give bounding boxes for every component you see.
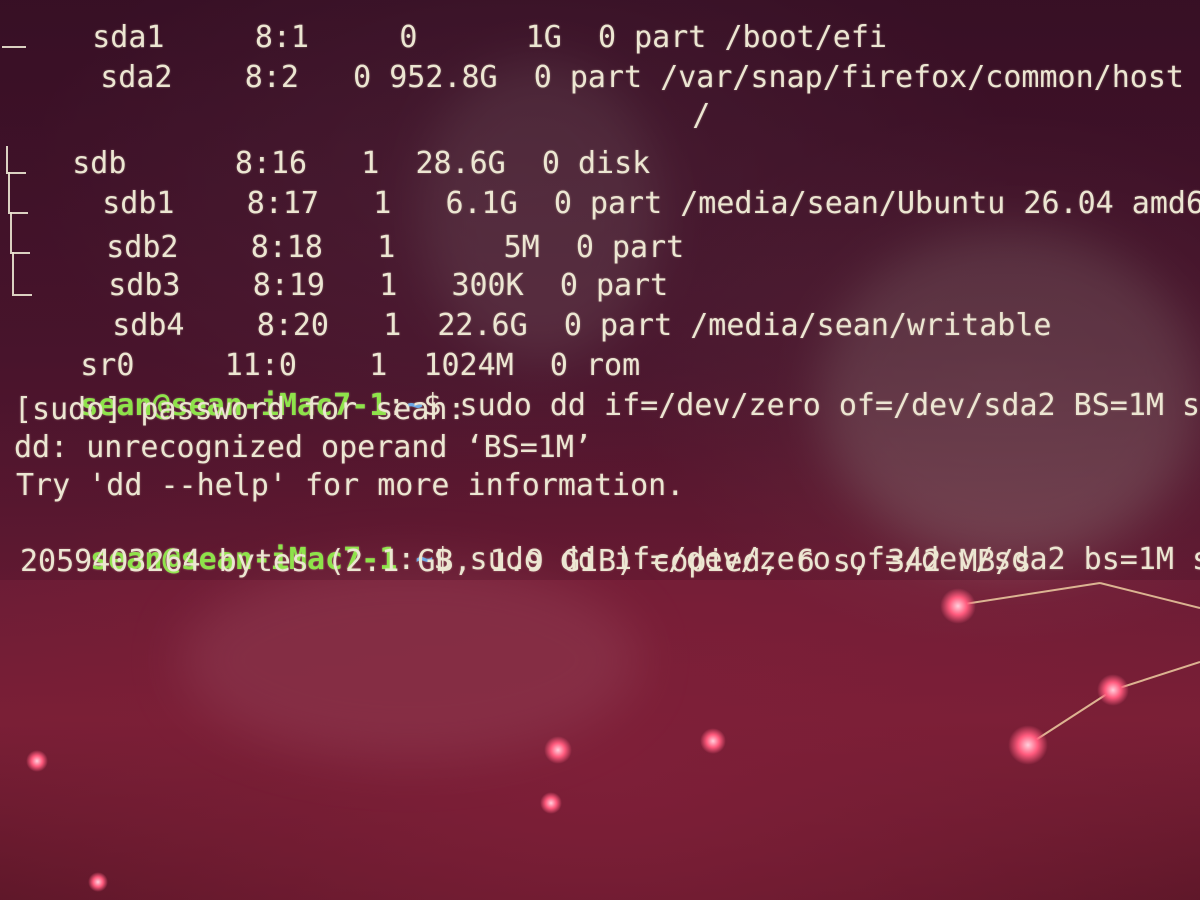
output-line: [sudo] password for sean: [14, 392, 466, 427]
dd-result-line: 2059403264 bytes (2.1 GB, 1.9 GiB) copie… [20, 544, 1032, 579]
mountpoint: /media/sean/writable [690, 308, 1052, 343]
mountpoint: / [692, 98, 711, 133]
mountpoint: /media/sean/Ubuntu 26.04 amd6 [680, 186, 1200, 221]
mountpoint: /var/snap/firefox/common/host [660, 60, 1184, 95]
star-dot [26, 750, 48, 772]
device-name: sda2 [100, 60, 173, 95]
tree-branch [6, 146, 26, 174]
star-dot [88, 872, 108, 892]
command-text: sudo dd if=/dev/zero of=/dev/sda2 BS=1M … [441, 388, 1200, 423]
output-line: dd: unrecognized operand ‘BS=1M’ [14, 430, 592, 465]
tree-branch [10, 212, 30, 254]
star-dot [1008, 725, 1048, 765]
tree-branch [2, 22, 26, 48]
tree-branch [12, 252, 32, 296]
star-dot [540, 792, 562, 814]
size: 952.8G [389, 60, 498, 95]
output-line: Try 'dd --help' for more information. [16, 468, 685, 503]
star-dot [700, 728, 726, 754]
removable: 0 [353, 60, 372, 95]
maj-min: 8:2 [244, 60, 299, 95]
desktop-screen: sda1 8:1 0 1G 0 part /boot/efi sda2 8:2 … [0, 0, 1200, 900]
read-only: 0 [533, 60, 552, 95]
star-dot [544, 736, 572, 764]
tree-branch [8, 172, 28, 214]
star-dot [1097, 674, 1129, 706]
